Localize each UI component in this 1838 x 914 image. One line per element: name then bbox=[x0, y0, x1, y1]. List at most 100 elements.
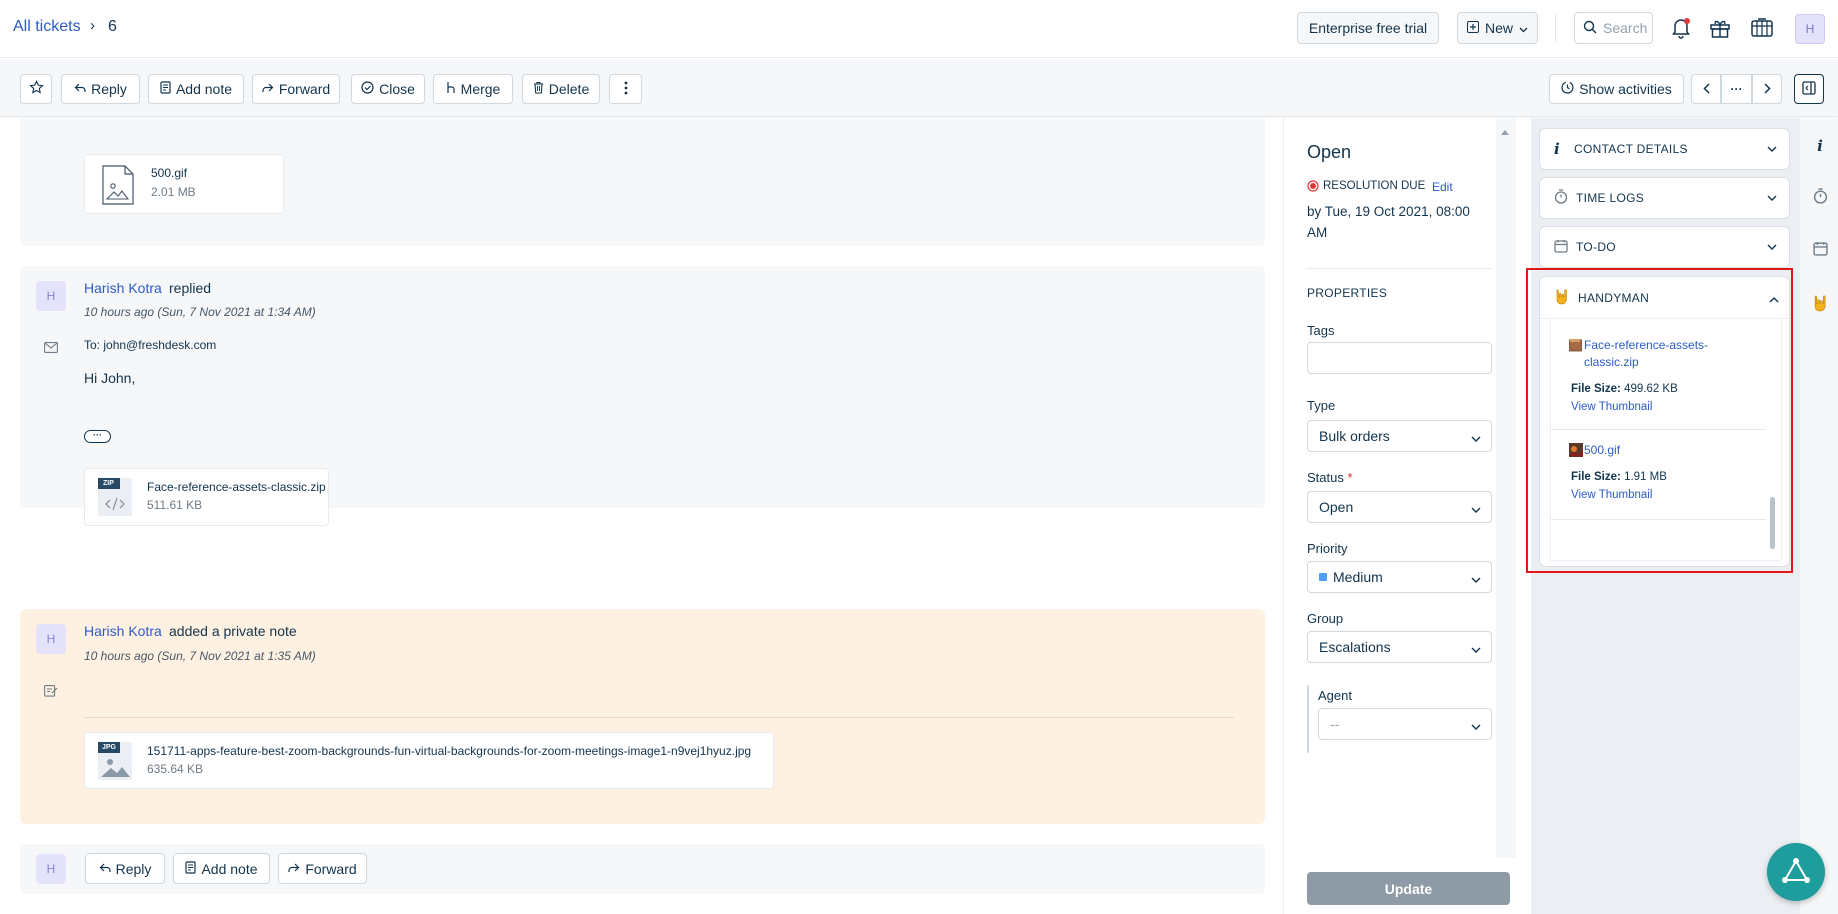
file-size-label: File Size: bbox=[1571, 383, 1621, 395]
agent-indent-bar bbox=[1307, 685, 1309, 753]
properties-scrollbar-track[interactable] bbox=[1496, 118, 1516, 858]
tags-input[interactable] bbox=[1307, 342, 1492, 374]
attachment-name: 500.gif bbox=[151, 166, 188, 180]
reply-arrow-icon bbox=[99, 861, 111, 877]
author-avatar: H bbox=[36, 281, 66, 311]
bottom-add-note-button[interactable]: Add note bbox=[173, 853, 270, 884]
contact-details-accordion[interactable]: i CONTACT DETAILS bbox=[1539, 128, 1790, 170]
show-activities-button[interactable]: Show activities bbox=[1549, 74, 1684, 104]
info-icon: i bbox=[1554, 140, 1560, 158]
plus-box-icon bbox=[1466, 20, 1479, 36]
type-select[interactable]: Bulk orders bbox=[1307, 420, 1492, 452]
rock-hand-icon[interactable] bbox=[1809, 292, 1831, 314]
search-icon bbox=[1583, 20, 1597, 37]
update-button[interactable]: Update bbox=[1307, 872, 1510, 905]
pager-more-label: ··· bbox=[1730, 82, 1743, 96]
handyman-file-link[interactable]: 500.gif bbox=[1584, 443, 1620, 457]
reply-action-text: replied bbox=[169, 280, 212, 296]
notifications-bell-icon[interactable] bbox=[1666, 13, 1696, 43]
image-file-icon bbox=[102, 165, 134, 208]
more-options-button[interactable] bbox=[609, 74, 642, 104]
reply-message-card: H Harish Kotra replied 10 hours ago (Sun… bbox=[20, 266, 1265, 526]
calendar-icon[interactable] bbox=[1809, 237, 1831, 259]
close-button[interactable]: Close bbox=[351, 74, 425, 104]
chevron-down-icon bbox=[1471, 718, 1481, 734]
ticket-list-button[interactable]: ··· bbox=[1721, 74, 1752, 104]
apps-grid-icon[interactable] bbox=[1747, 13, 1777, 43]
attachment-jpg[interactable]: JPG 151711-apps-feature-best-zoom-backgr… bbox=[84, 732, 774, 789]
stopwatch-icon[interactable] bbox=[1809, 185, 1831, 207]
conversation-pane: 500.gif 2.01 MB H Harish Kotra replied 1… bbox=[0, 118, 1282, 914]
next-ticket-button[interactable] bbox=[1752, 74, 1782, 104]
chevron-down-icon bbox=[1471, 430, 1481, 446]
attachment-size: 511.61 KB bbox=[147, 498, 203, 512]
delete-button[interactable]: Delete bbox=[522, 74, 600, 104]
priority-label: Priority bbox=[1307, 541, 1348, 556]
handyman-file-link[interactable]: Face-reference-assets-classic.zip bbox=[1584, 337, 1734, 371]
attachment-500-gif[interactable]: 500.gif 2.01 MB bbox=[84, 154, 284, 214]
chevron-down-icon bbox=[1767, 240, 1777, 254]
time-logs-accordion[interactable]: TIME LOGS bbox=[1539, 177, 1790, 219]
check-circle-icon bbox=[361, 81, 374, 97]
resolution-due-label: RESOLUTION DUE bbox=[1323, 180, 1426, 192]
handyman-file-size-line: File Size: 499.62 KB bbox=[1571, 383, 1678, 395]
handyman-file-list: Face-reference-assets-classic.zip File S… bbox=[1550, 319, 1782, 561]
forward-button[interactable]: Forward bbox=[252, 74, 340, 104]
bottom-forward-button[interactable]: Forward bbox=[278, 853, 367, 884]
handyman-header[interactable]: HANDYMAN bbox=[1540, 277, 1789, 319]
scroll-up-arrow-icon[interactable] bbox=[1501, 122, 1509, 138]
search-placeholder: Search bbox=[1603, 20, 1648, 36]
note-author-avatar: H bbox=[36, 624, 66, 654]
add-note-button[interactable]: Add note bbox=[148, 74, 244, 104]
agent-value: -- bbox=[1330, 716, 1340, 732]
note-author-name[interactable]: Harish Kotra bbox=[84, 623, 162, 639]
enterprise-trial-button[interactable]: Enterprise free trial bbox=[1297, 12, 1439, 44]
bottom-reply-button[interactable]: Reply bbox=[85, 853, 165, 884]
attachment-size: 2.01 MB bbox=[151, 185, 196, 199]
merge-button[interactable]: Merge bbox=[433, 74, 513, 104]
forward-arrow-icon bbox=[288, 861, 300, 877]
note-edit-icon bbox=[44, 684, 58, 700]
jpg-badge: JPG bbox=[102, 744, 117, 751]
edit-due-link[interactable]: Edit bbox=[1432, 180, 1453, 194]
trash-icon bbox=[533, 81, 544, 97]
reply-label: Reply bbox=[91, 81, 127, 97]
search-input[interactable]: Search bbox=[1574, 12, 1653, 44]
reply-button[interactable]: Reply bbox=[61, 74, 140, 104]
required-asterisk: * bbox=[1347, 470, 1353, 485]
view-thumbnail-link[interactable]: View Thumbnail bbox=[1571, 401, 1652, 413]
show-activities-label: Show activities bbox=[1579, 81, 1672, 97]
new-button[interactable]: New bbox=[1457, 12, 1538, 44]
rock-hand-icon bbox=[1554, 288, 1570, 308]
show-quoted-text-button[interactable]: ··· bbox=[84, 430, 111, 443]
attachment-zip[interactable]: ZIP Face-reference-assets-classic.zip 51… bbox=[84, 468, 329, 526]
toggle-sidebar-button[interactable] bbox=[1794, 74, 1824, 104]
status-select[interactable]: Open bbox=[1307, 491, 1492, 523]
resolution-due-date: by Tue, 19 Oct 2021, 08:00 AM bbox=[1307, 204, 1470, 240]
apps-icon-rail: i bbox=[1799, 118, 1838, 914]
group-value: Escalations bbox=[1319, 639, 1391, 655]
breadcrumb-ticket-id: 6 bbox=[108, 18, 117, 35]
breadcrumb-all-tickets[interactable]: All tickets bbox=[13, 18, 81, 36]
gift-icon[interactable] bbox=[1705, 13, 1735, 43]
view-thumbnail-link[interactable]: View Thumbnail bbox=[1571, 489, 1652, 501]
todo-accordion[interactable]: TO-DO bbox=[1539, 226, 1790, 268]
chevron-down-icon bbox=[1519, 20, 1528, 36]
priority-select[interactable]: Medium bbox=[1307, 561, 1492, 593]
author-name[interactable]: Harish Kotra bbox=[84, 280, 162, 296]
info-icon[interactable]: i bbox=[1809, 135, 1831, 157]
app-launcher-fab[interactable] bbox=[1767, 843, 1825, 901]
agent-label: Agent bbox=[1318, 688, 1352, 703]
group-select[interactable]: Escalations bbox=[1307, 631, 1492, 663]
reply-bar: H Reply Add note Forward bbox=[20, 844, 1265, 894]
new-button-label: New bbox=[1484, 20, 1513, 36]
breadcrumb-separator: › bbox=[90, 17, 95, 34]
chevron-down-icon bbox=[1767, 191, 1777, 205]
agent-select[interactable]: -- bbox=[1318, 708, 1492, 740]
previous-ticket-button[interactable] bbox=[1691, 74, 1721, 104]
user-avatar[interactable]: H bbox=[1795, 14, 1825, 44]
star-button[interactable] bbox=[20, 74, 52, 104]
private-note-card: H Harish Kotra added a private note 10 h… bbox=[20, 609, 1265, 824]
handyman-scrollbar-thumb[interactable] bbox=[1770, 497, 1775, 549]
recipient-line: To: john@freshdesk.com bbox=[84, 338, 216, 352]
